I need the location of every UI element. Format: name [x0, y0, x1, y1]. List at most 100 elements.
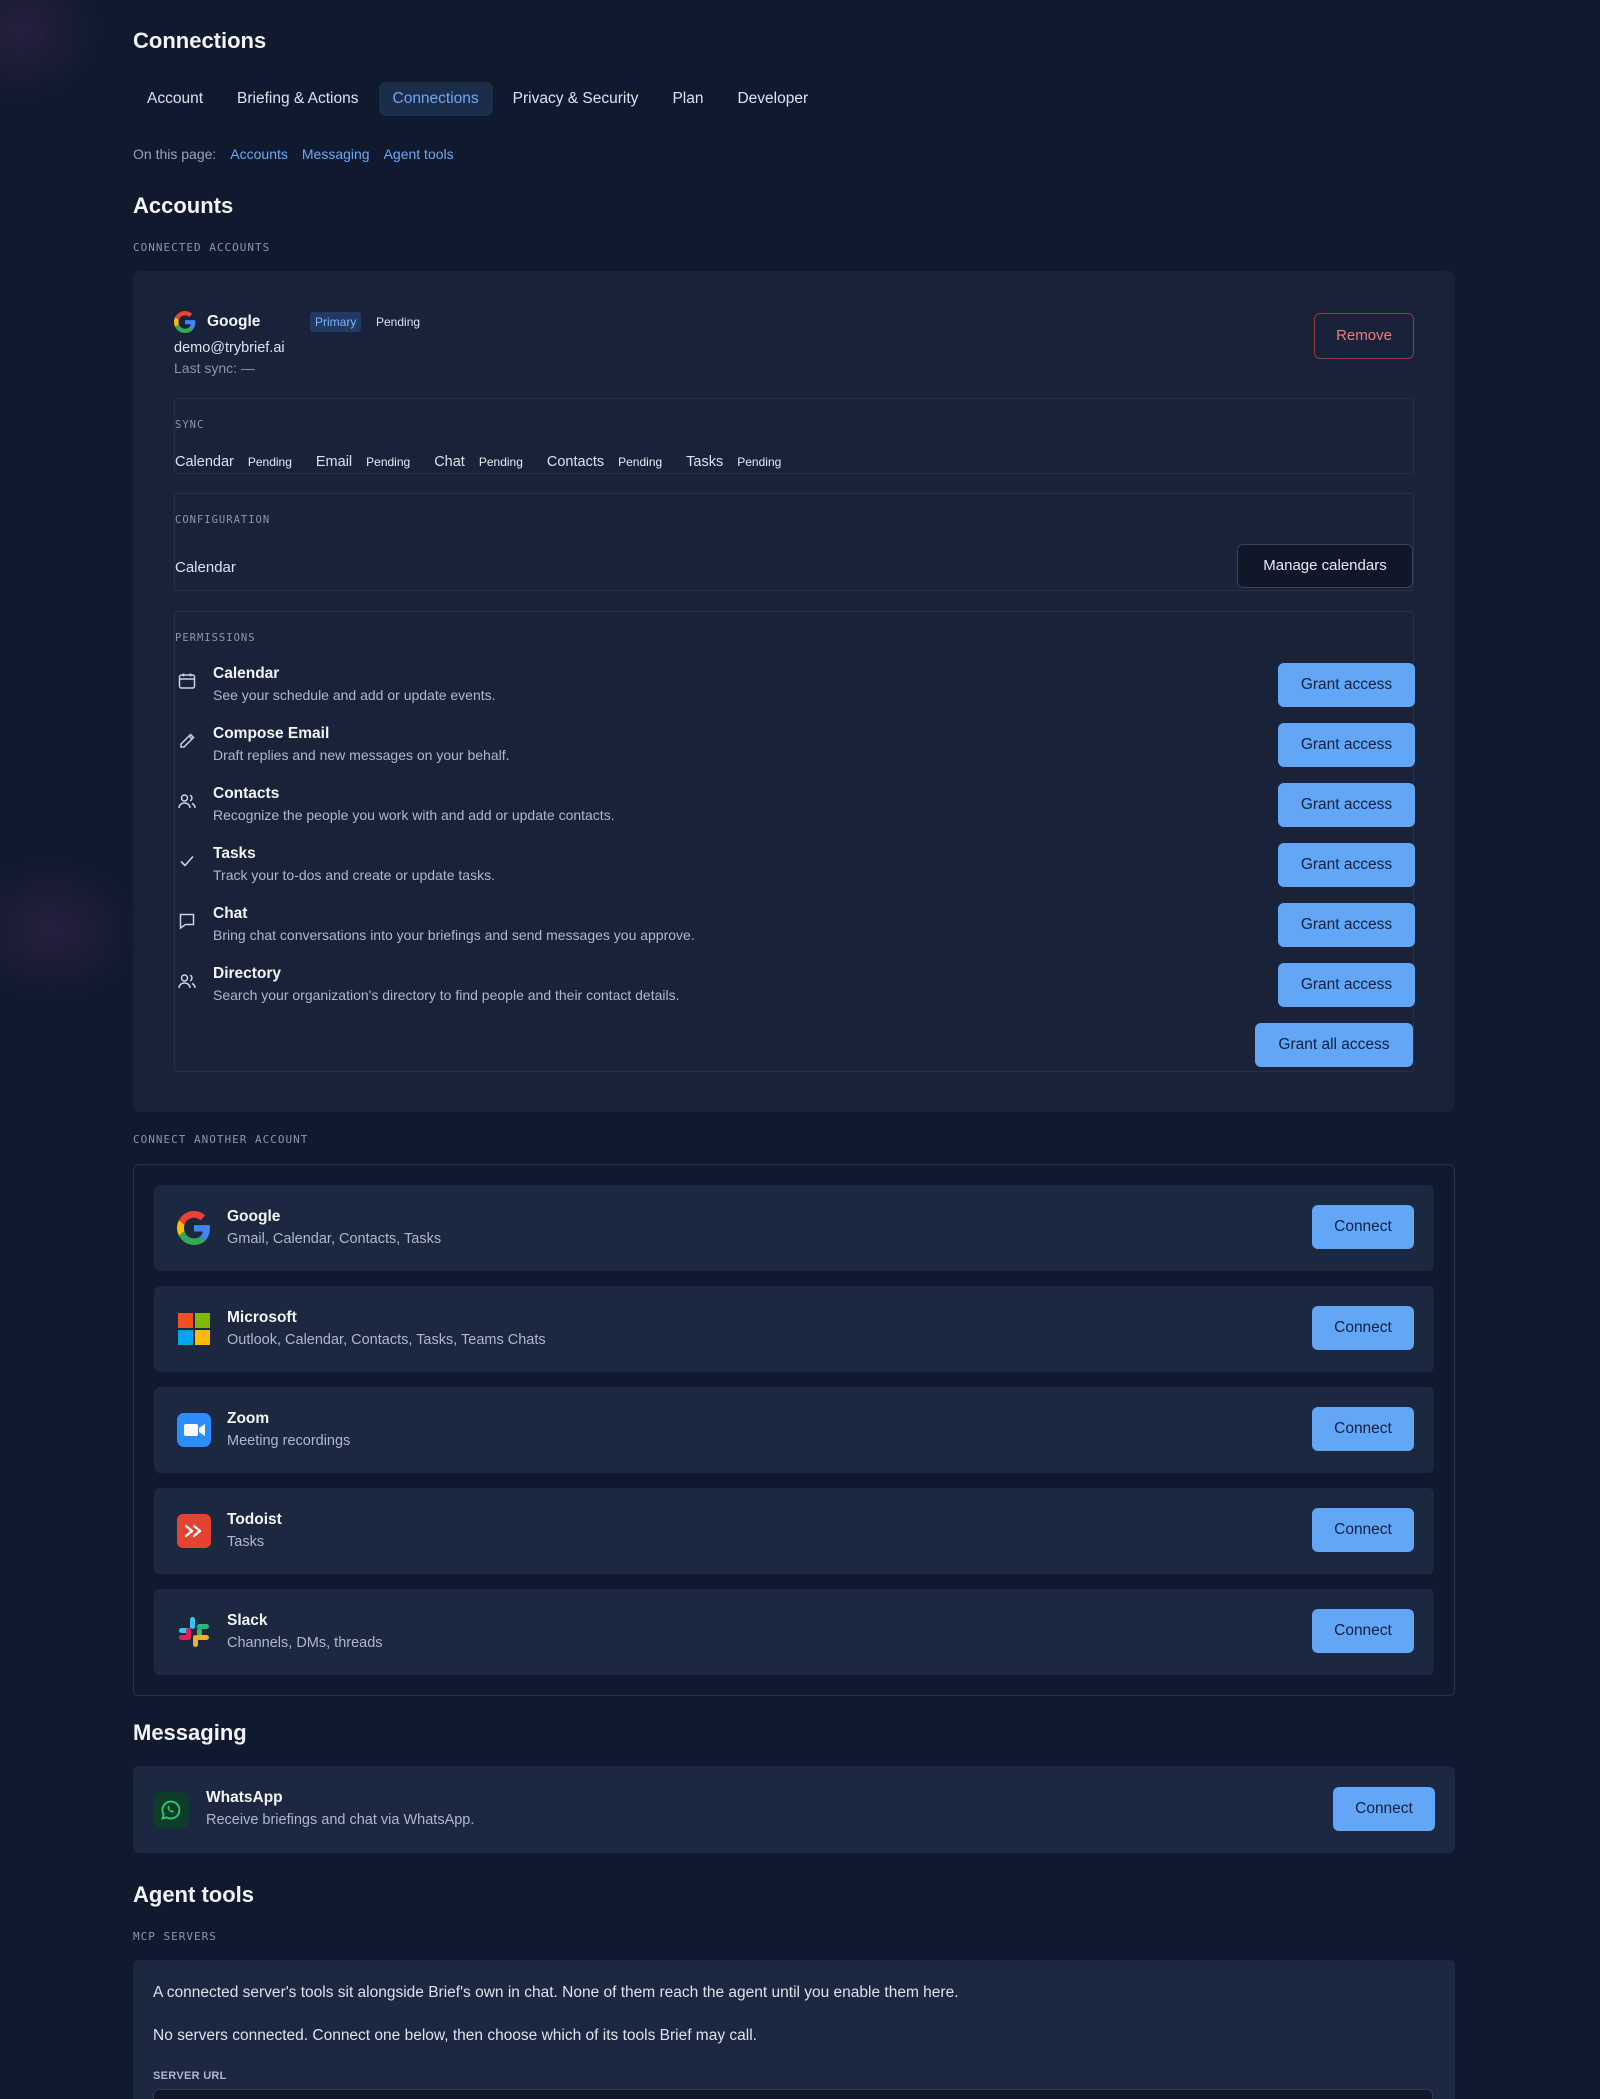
- provider-name: Todoist: [227, 1511, 282, 1528]
- permission-title: Compose Email: [213, 725, 330, 742]
- anchor-link-messaging[interactable]: Messaging: [302, 146, 370, 162]
- messaging-provider-description: Receive briefings and chat via WhatsApp.: [206, 1812, 475, 1828]
- provider-description: Gmail, Calendar, Contacts, Tasks: [227, 1231, 442, 1247]
- grant-access-calendar-button[interactable]: Grant access: [1278, 663, 1415, 707]
- messaging-heading: Messaging: [133, 1720, 247, 1745]
- provider-name: Google: [227, 1208, 281, 1225]
- tab-developer[interactable]: Developer: [723, 82, 822, 116]
- account-email: demo@trybrief.ai: [174, 340, 285, 356]
- permission-row-calendar: Calendar See your schedule and add or up…: [175, 663, 1415, 709]
- sync-item-name: Calendar: [175, 454, 234, 470]
- anchor-link-agent-tools[interactable]: Agent tools: [384, 146, 454, 162]
- remove-account-button[interactable]: Remove: [1314, 313, 1414, 359]
- permission-description: Bring chat conversations into your brief…: [213, 927, 695, 943]
- slack-logo-icon: [179, 1617, 209, 1647]
- sync-item-tasks: Tasks Pending: [686, 454, 781, 470]
- connect-microsoft-button[interactable]: Connect: [1312, 1306, 1414, 1350]
- permissions-section: PERMISSIONS Calendar See your schedule a…: [174, 611, 1415, 1072]
- agent-tools-heading: Agent tools: [133, 1882, 254, 1907]
- todoist-logo-icon: [177, 1514, 211, 1548]
- tab-account[interactable]: Account: [133, 82, 217, 116]
- permission-title: Calendar: [213, 665, 280, 682]
- provider-row-microsoft: Microsoft Outlook, Calendar, Contacts, T…: [154, 1286, 1434, 1372]
- grant-access-compose-email-button[interactable]: Grant access: [1278, 723, 1415, 767]
- mcp-empty-state-text: No servers connected. Connect one below,…: [153, 2027, 757, 2044]
- permission-row-tasks: Tasks Track your to-dos and create or up…: [175, 843, 1415, 889]
- primary-badge: Primary: [310, 312, 362, 332]
- provider-name: Microsoft: [227, 1309, 297, 1326]
- permission-row-chat: Chat Bring chat conversations into your …: [175, 903, 1415, 949]
- permission-title: Directory: [213, 965, 282, 982]
- permissions-label: PERMISSIONS: [175, 632, 256, 644]
- messaging-row-whatsapp: WhatsApp Receive briefings and chat via …: [133, 1766, 1455, 1853]
- configuration-section: CONFIGURATION Calendar Manage calendars: [174, 493, 1414, 591]
- manage-calendars-button[interactable]: Manage calendars: [1237, 544, 1413, 588]
- server-url-input[interactable]: [153, 2089, 1433, 2099]
- users-icon: [178, 794, 196, 809]
- permission-title: Tasks: [213, 845, 256, 862]
- accounts-heading: Accounts: [133, 193, 234, 218]
- provider-row-google: Google Gmail, Calendar, Contacts, Tasks …: [154, 1185, 1434, 1271]
- connected-accounts-label: CONNECTED ACCOUNTS: [133, 241, 271, 254]
- connected-account-card: Google Primary Pending demo@trybrief.ai …: [133, 271, 1455, 1112]
- whatsapp-logo-icon: [153, 1792, 189, 1828]
- last-sync-text: Last sync: —: [174, 360, 255, 376]
- sync-section: SYNC Calendar Pending Email Pending Chat Pe…: [174, 398, 1414, 474]
- connect-todoist-button[interactable]: Connect: [1312, 1508, 1414, 1552]
- provider-name: Slack: [227, 1612, 268, 1629]
- sync-item-name: Contacts: [546, 454, 605, 470]
- tab-connections[interactable]: Connections: [378, 82, 493, 116]
- sync-item-email: Email Pending: [316, 454, 410, 470]
- mcp-servers-label: MCP SERVERS: [133, 1930, 217, 1943]
- tab-privacy-security[interactable]: Privacy & Security: [499, 82, 653, 116]
- tab-plan[interactable]: Plan: [658, 82, 717, 116]
- permission-title: Chat: [213, 905, 248, 922]
- sync-item-contacts: Contacts Pending: [547, 454, 662, 470]
- mcp-intro-text: A connected server's tools sit alongside…: [153, 1984, 959, 2001]
- google-logo-icon: [177, 1211, 210, 1245]
- sync-status-badge: Pending: [737, 455, 782, 469]
- on-this-page-label: On this page:: [133, 146, 217, 162]
- calendar-icon: [178, 673, 196, 689]
- mcp-servers-card: A connected server's tools sit alongside…: [133, 1960, 1455, 2099]
- sync-status-badge: Pending: [618, 455, 663, 469]
- connect-another-account-label: CONNECT ANOTHER ACCOUNT: [133, 1133, 309, 1146]
- check-icon: [180, 855, 194, 867]
- provider-description: Outlook, Calendar, Contacts, Tasks, Team…: [227, 1332, 546, 1348]
- configuration-label: CONFIGURATION: [175, 514, 271, 526]
- zoom-logo-icon: [177, 1413, 211, 1447]
- sync-status-badge: Pending: [366, 455, 411, 469]
- microsoft-logo-icon: [178, 1313, 210, 1345]
- connect-zoom-button[interactable]: Connect: [1312, 1407, 1414, 1451]
- settings-tabs: Account Briefing & Actions Connections P…: [133, 82, 822, 116]
- provider-row-todoist: Todoist Tasks Connect: [154, 1488, 1434, 1574]
- connect-whatsapp-button[interactable]: Connect: [1333, 1787, 1435, 1831]
- permission-description: Search your organization's directory to …: [213, 987, 680, 1003]
- permission-row-compose-email: Compose Email Draft replies and new mess…: [175, 723, 1415, 769]
- grant-access-directory-button[interactable]: Grant access: [1278, 963, 1415, 1007]
- on-this-page-nav: On this page: Accounts Messaging Agent t…: [133, 146, 454, 162]
- provider-description: Meeting recordings: [227, 1433, 351, 1449]
- grant-all-access-button[interactable]: Grant all access: [1255, 1023, 1413, 1067]
- tab-briefing-actions[interactable]: Briefing & Actions: [223, 82, 372, 116]
- connect-slack-button[interactable]: Connect: [1312, 1609, 1414, 1653]
- messaging-provider-name: WhatsApp: [206, 1789, 283, 1806]
- sync-status-badge: Pending: [478, 455, 523, 469]
- permission-row-contacts: Contacts Recognize the people you work w…: [175, 783, 1415, 829]
- grant-access-contacts-button[interactable]: Grant access: [1278, 783, 1415, 827]
- grant-access-tasks-button[interactable]: Grant access: [1278, 843, 1415, 887]
- sync-status-badge: Pending: [247, 455, 292, 469]
- anchor-link-accounts[interactable]: Accounts: [230, 146, 288, 162]
- connect-google-button[interactable]: Connect: [1312, 1205, 1414, 1249]
- grant-access-chat-button[interactable]: Grant access: [1278, 903, 1415, 947]
- provider-description: Tasks: [227, 1534, 265, 1550]
- chat-bubble-icon: [179, 913, 195, 930]
- permission-row-directory: Directory Search your organization's dir…: [175, 963, 1415, 1009]
- permission-description: Recognize the people you work with and a…: [213, 807, 615, 823]
- page-title: Connections: [133, 28, 267, 53]
- sync-item-calendar: Calendar Pending: [175, 454, 292, 470]
- permission-description: Draft replies and new messages on your b…: [213, 747, 510, 763]
- server-url-label: SERVER URL: [153, 2070, 227, 2082]
- sync-item-name: Chat: [434, 454, 465, 470]
- sync-item-name: Email: [315, 454, 353, 470]
